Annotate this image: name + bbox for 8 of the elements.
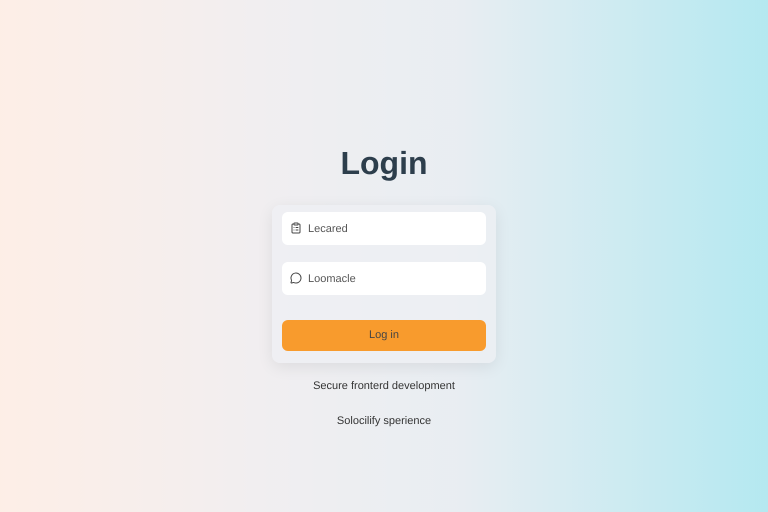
page-title: Login [340, 144, 428, 183]
login-button[interactable]: Log in [282, 320, 486, 351]
speech-bubble-icon [290, 272, 302, 284]
clipboard-icon [290, 222, 302, 234]
input-field[interactable]: Lecared [282, 212, 486, 245]
tagline: Secure fronterd development [313, 379, 455, 394]
input-field[interactable]: Loomacle [282, 262, 486, 295]
tagline: Solocilify sperience [336, 414, 432, 428]
